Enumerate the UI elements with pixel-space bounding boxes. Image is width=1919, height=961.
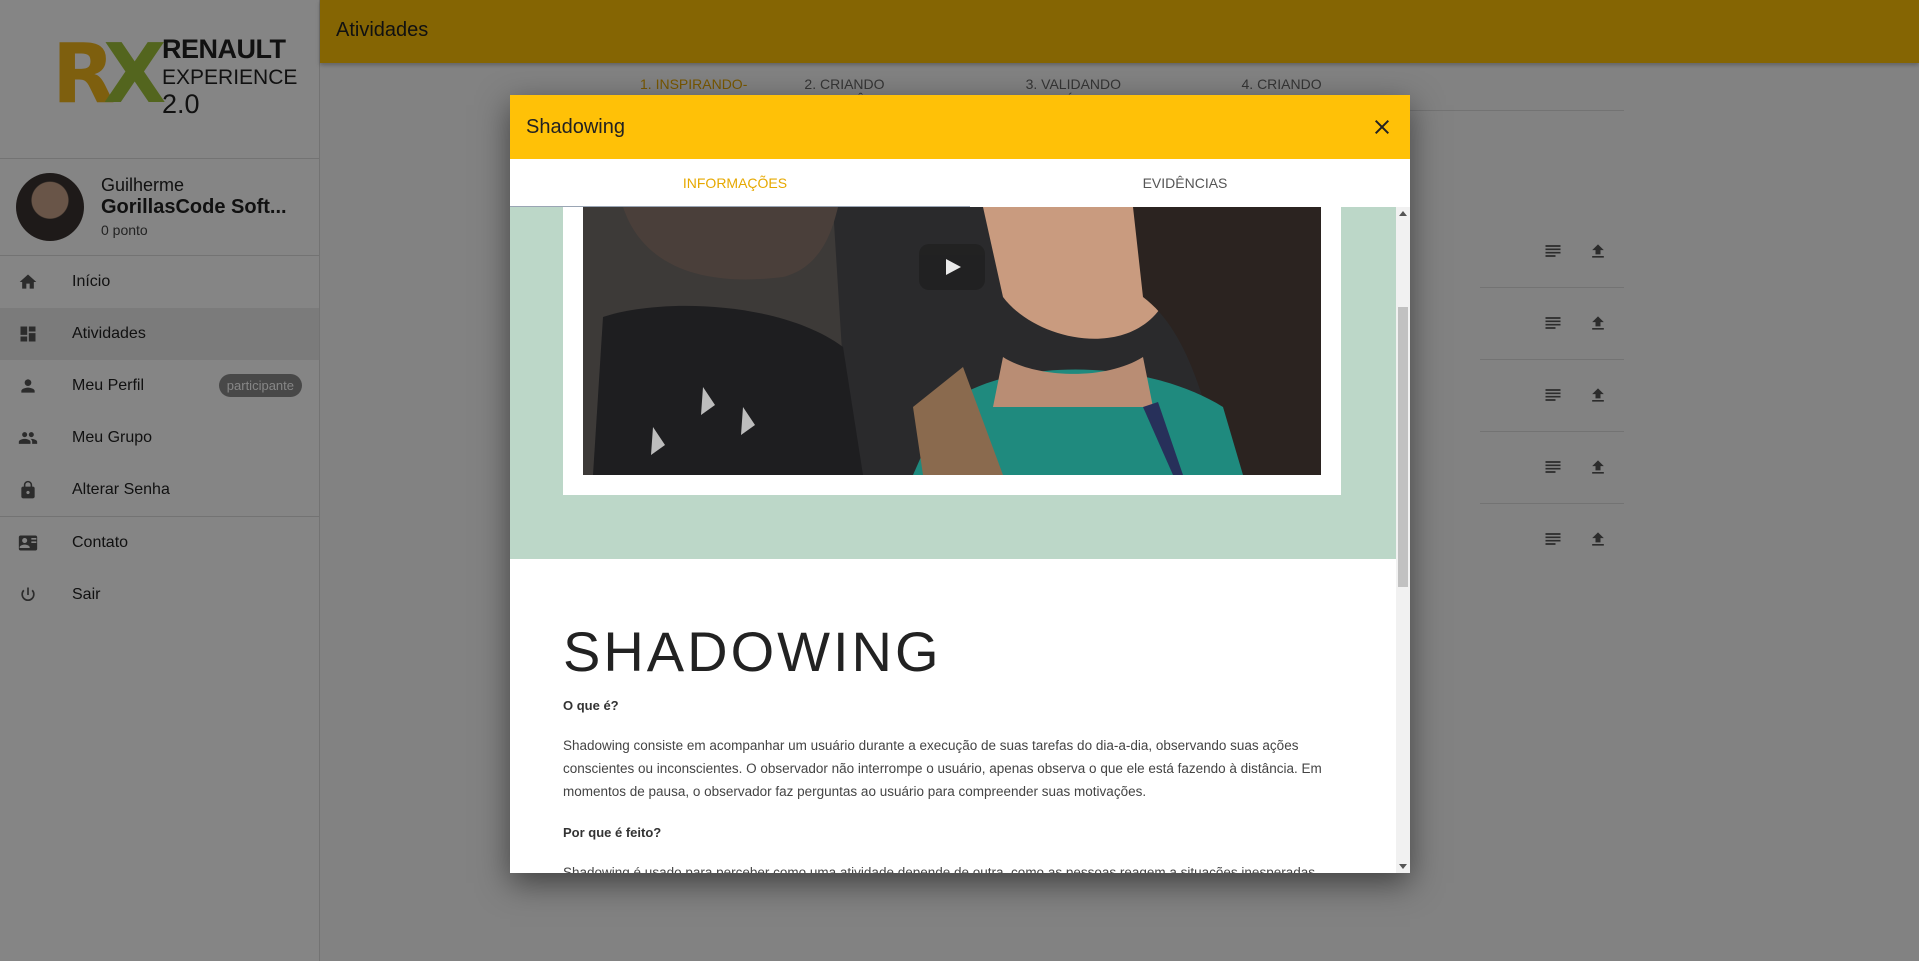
scroll-up-arrow-icon[interactable] [1399, 211, 1407, 216]
answer-why: Shadowing é usado para perceber como uma… [563, 865, 1315, 873]
video-card [563, 207, 1341, 495]
close-icon[interactable] [1370, 115, 1394, 139]
dialog-content[interactable]: SHADOWING O que é? Shadowing consiste em… [510, 207, 1396, 873]
content-heading: SHADOWING [563, 620, 942, 683]
question-why: Por que é feito? [563, 825, 662, 840]
play-button[interactable] [919, 244, 985, 290]
dialog-header: Shadowing [510, 95, 1410, 159]
video-section [510, 207, 1396, 559]
answer-what: Shadowing consiste em acompanhar um usuá… [563, 738, 1322, 799]
tab-evidencias[interactable]: EVIDÊNCIAS [960, 159, 1410, 207]
dialog-scrollbar[interactable] [1396, 207, 1410, 873]
dialog-tabs: INFORMAÇÕES EVIDÊNCIAS [510, 159, 1410, 208]
scroll-thumb[interactable] [1398, 307, 1408, 587]
tab-informacoes[interactable]: INFORMAÇÕES [510, 159, 960, 207]
question-what: O que é? [563, 698, 619, 713]
scroll-down-arrow-icon[interactable] [1399, 864, 1407, 869]
dialog-title: Shadowing [526, 116, 625, 138]
video-player[interactable] [583, 207, 1321, 475]
activity-dialog: Shadowing INFORMAÇÕES EVIDÊNCIAS SHADOWI… [510, 95, 1410, 873]
